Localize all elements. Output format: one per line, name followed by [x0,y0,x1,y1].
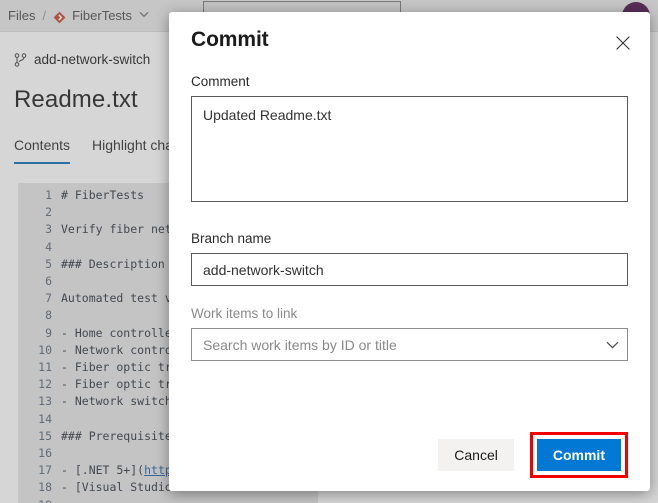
code-line-text: - Network control [61,342,179,357]
page-title: Readme.txt [14,86,138,113]
code-line-number: 15 [38,428,52,443]
breadcrumb-files[interactable]: Files [8,8,35,23]
code-line-text: - [Visual Studio [61,480,179,495]
commit-button[interactable]: Commit [536,439,621,471]
commit-dialog: Commit Comment Branch name Work items to… [169,12,650,491]
azure-repos-diamond-icon [53,11,66,24]
work-items-combobox[interactable]: Search work items by ID or title [191,328,628,361]
code-line-number: 16 [38,446,52,461]
code-line-number: 13 [38,394,52,409]
branch-name-label-field: Branch name [191,231,272,246]
breadcrumb-repo-name[interactable]: FiberTests [72,8,132,23]
close-icon[interactable] [610,30,636,56]
work-items-label: Work items to link [191,306,298,321]
comment-label: Comment [191,74,250,89]
code-line-number: 5 [45,256,52,271]
code-line-number: 12 [38,377,52,392]
code-line-text: Verify fiber netw [61,222,179,237]
code-line-number: 2 [45,205,52,220]
dialog-header: Commit [169,12,650,74]
code-line-text: Automated test va [61,291,179,306]
branch-name-input[interactable] [191,253,628,286]
dialog-footer: Cancel Commit [169,419,650,491]
code-line-number: 4 [45,239,52,254]
code-line-number: 11 [38,360,52,375]
code-line-number: 1 [45,188,52,202]
code-line-text: - Network switche [61,394,179,409]
code-line-number: 9 [45,325,52,340]
chevron-down-icon[interactable] [597,341,627,349]
comment-input[interactable] [191,96,628,202]
code-line-number: 18 [38,480,52,495]
work-items-placeholder: Search work items by ID or title [203,336,397,353]
code-line-text: - Fiber optic tra [61,360,179,375]
code-line-number: 8 [45,308,52,323]
code-line-text: ### Prerequisites [61,428,179,443]
branch-selector[interactable]: add-network-switch [14,52,150,67]
code-line-number: 14 [38,411,52,426]
code-line: 19 [18,497,318,503]
chevron-down-icon[interactable] [139,10,149,21]
breadcrumb-separator: / [42,8,47,23]
dialog-body: Comment Branch name Work items to link S… [169,74,650,361]
code-line-number: 10 [38,342,52,357]
code-line-number: 19 [18,497,61,503]
commit-button-highlight: Commit [529,432,628,478]
tab-contents[interactable]: Contents [14,137,71,164]
screen: Files / FiberTests add-network-switch Re… [0,0,658,503]
git-branch-icon [14,52,27,67]
dialog-title: Commit [191,28,269,51]
branch-name-label: add-network-switch [34,52,151,67]
code-line-text: - Fiber optic tra [61,377,179,392]
code-line-number: 17 [38,463,52,478]
file-tabs: Contents Highlight cha [14,137,195,164]
code-line-text: # FiberTests [61,188,145,202]
code-line-number: 7 [45,291,52,306]
cancel-button[interactable]: Cancel [438,439,514,471]
code-line-text: - [.NET 5+]( [61,463,145,478]
tab-highlight-changes[interactable]: Highlight cha [92,137,173,162]
code-line-number: 3 [45,222,52,237]
code-line-number: 6 [45,274,52,289]
code-line-text: ### Description [61,256,165,271]
code-line-text: - Home controller [61,325,179,340]
